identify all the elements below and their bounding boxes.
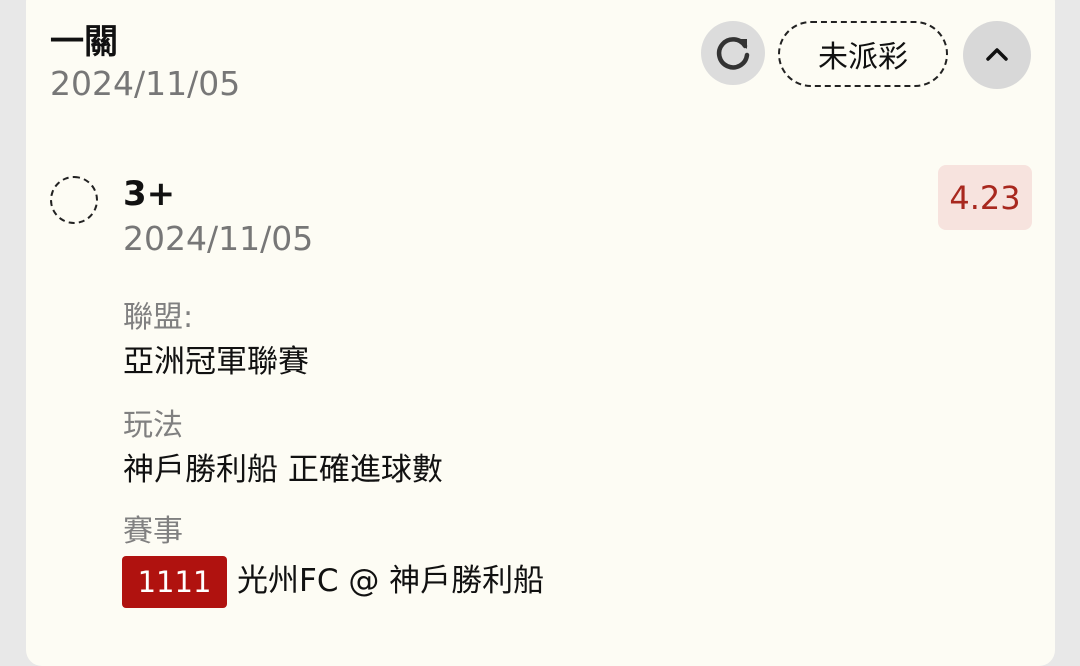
event-label: 賽事 [123, 514, 183, 549]
league-label: 聯盟: [123, 300, 194, 335]
bet-slip-card: 一關 2024/11/05 未派彩 3+ 2024/11/05 4.23 聯盟:… [26, 0, 1055, 666]
settlement-status-badge: 未派彩 [778, 21, 948, 87]
bet-type-label: 玩法 [123, 408, 183, 443]
odds-badge: 4.23 [938, 165, 1032, 230]
refresh-button[interactable] [701, 21, 765, 85]
selection-status-circle [50, 176, 98, 224]
refresh-icon [716, 37, 750, 70]
bet-type-value: 神戶勝利船 正確進球數 [123, 452, 443, 488]
bet-type-title: 一關 [50, 22, 118, 62]
chevron-up-icon [986, 48, 1008, 61]
event-id-badge: 1111 [122, 556, 227, 608]
selection-date: 2024/11/05 [123, 219, 314, 258]
collapse-button[interactable] [963, 21, 1031, 89]
selection-label: 3+ [123, 174, 176, 214]
bet-date: 2024/11/05 [50, 64, 241, 103]
event-match: 光州FC @ 神戶勝利船 [237, 563, 545, 599]
league-value: 亞洲冠軍聯賽 [123, 344, 309, 380]
